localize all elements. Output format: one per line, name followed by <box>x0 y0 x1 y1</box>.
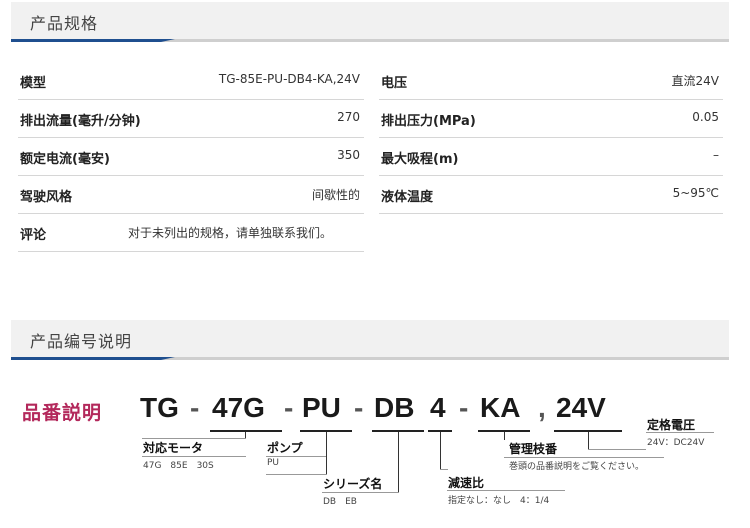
leader-reduction <box>440 432 441 469</box>
leader-voltage <box>588 432 589 449</box>
spec-value: – <box>713 148 719 162</box>
leader-voltage-h <box>588 449 646 450</box>
spec-value: 350 <box>337 148 360 162</box>
label-branch-title: 管理枝番 <box>509 442 558 456</box>
label-series-title: シリーズ名 <box>323 477 383 491</box>
spec-label: 驾驶风格 <box>20 190 73 205</box>
label-reduction-rule <box>447 490 565 491</box>
code-part-pump: PU <box>302 392 341 423</box>
label-branch-rule <box>504 457 664 458</box>
spec-label: 排出压力(MPa) <box>381 114 476 129</box>
spec-row-pressure: 排出压力(MPa) 0.05 <box>379 100 723 138</box>
spec-label: 额定电流(毫安) <box>20 152 110 167</box>
label-pump-rule <box>266 456 326 457</box>
spec-row-model: 模型 TG-85E-PU-DB4-KA,24V <box>18 62 364 100</box>
leader-pump-h <box>266 474 327 475</box>
header-accent-bar <box>11 357 175 360</box>
spec-section-title: 产品规格 <box>30 14 99 33</box>
code-dash: - <box>190 392 200 423</box>
header-accent-bar <box>11 39 175 42</box>
spec-value: 270 <box>337 110 360 124</box>
spec-row-drive: 驾驶风格 间歇性的 <box>18 176 364 214</box>
label-branch-sub: 巻頭の品番説明をご覧ください。 <box>509 462 645 472</box>
label-series-sub: DB EB <box>323 497 357 507</box>
spec-value: 直流24V <box>671 74 719 88</box>
label-pump-title: ポンプ <box>267 441 303 455</box>
code-part-branch: KA <box>480 392 521 423</box>
spec-table-left: 模型 TG-85E-PU-DB4-KA,24V 排出流量(毫升/分钟) 270 … <box>18 62 364 252</box>
leader-branch <box>504 432 505 440</box>
label-motor-rule <box>142 456 246 457</box>
spec-row-temperature: 液体温度 5~95℃ <box>379 176 723 214</box>
label-motor-sub: 47G 85E 30S <box>143 461 214 471</box>
spec-value: 间歇性的 <box>311 188 360 202</box>
code-section-header: 产品编号说明 <box>11 320 729 360</box>
spec-row-comment: 评论 对于未列出的规格，请单独联系我们。 <box>18 214 364 252</box>
label-voltage-rule <box>646 432 714 433</box>
spec-value: 0.05 <box>692 110 719 124</box>
spec-label: 排出流量(毫升/分钟) <box>20 114 141 129</box>
code-part-reduction: 4 <box>430 392 446 423</box>
spec-table-right: 电压 直流24V 排出压力(MPa) 0.05 最大吸程(m) – 液体温度 5… <box>379 62 723 214</box>
spec-row-flow: 排出流量(毫升/分钟) 270 <box>18 100 364 138</box>
code-part-series: DB <box>374 392 415 423</box>
spec-value: TG-85E-PU-DB4-KA,24V <box>218 72 360 86</box>
leader-reduction-h <box>440 469 448 470</box>
code-dash: - <box>284 392 294 423</box>
spec-label: 液体温度 <box>381 190 434 205</box>
leader-pump <box>326 432 327 474</box>
code-part-tg: TG <box>140 392 179 423</box>
label-voltage-sub: 24V：DC24V <box>647 438 705 448</box>
code-dash: - <box>354 392 364 423</box>
part-number-heading: 品番説明 <box>22 402 103 424</box>
spec-row-current: 额定电流(毫安) 350 <box>18 138 364 176</box>
label-reduction-title: 減速比 <box>448 476 485 490</box>
spec-value: 5~95℃ <box>672 186 719 200</box>
code-comma: , <box>538 392 546 423</box>
spec-label: 评论 <box>20 228 47 243</box>
spec-value: 对于未列出的规格，请单独联系我们。 <box>128 226 333 240</box>
code-part-voltage: 24V <box>556 392 606 423</box>
label-motor-title: 対応モータ <box>143 441 204 455</box>
spec-label: 模型 <box>20 76 47 91</box>
code-dash: - <box>459 392 469 423</box>
spec-row-voltage: 电压 直流24V <box>379 62 723 100</box>
spec-row-suction: 最大吸程(m) – <box>379 138 723 176</box>
code-part-motor: 47G <box>212 392 265 423</box>
leader-series <box>398 432 399 492</box>
label-series-rule <box>322 492 399 493</box>
label-reduction-sub: 指定なし：なし 4：1/4 <box>448 496 550 506</box>
code-section-title: 产品编号说明 <box>30 332 133 351</box>
spec-label: 电压 <box>381 76 408 91</box>
part-number-diagram: 品番説明 TG - 47G - PU - DB 4 - KA , 24V 対応モ… <box>0 380 750 528</box>
spec-section-header: 产品规格 <box>11 2 729 42</box>
spec-label: 最大吸程(m) <box>381 152 459 167</box>
label-pump-sub: PU <box>267 458 280 468</box>
label-voltage-title: 定格電圧 <box>647 418 696 432</box>
underline-motor <box>210 430 282 432</box>
